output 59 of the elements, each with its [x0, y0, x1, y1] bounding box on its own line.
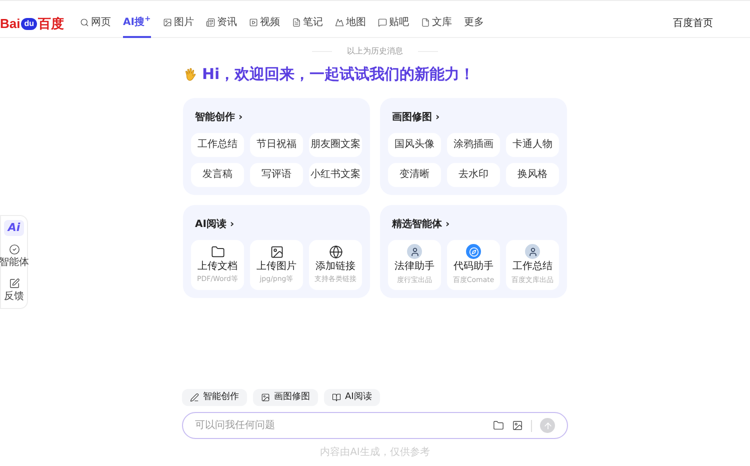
suggestion-chip[interactable]: 卡通人物 [506, 132, 559, 156]
suggestion-chip[interactable]: 去水印 [447, 162, 500, 186]
nav-tab[interactable]: AI搜$^{+}$ [123, 10, 151, 38]
search-icon [80, 18, 90, 27]
nav-tab[interactable]: 地图 [334, 10, 366, 38]
folder-icon [210, 244, 224, 259]
suggestion-chip[interactable]: 朋友圈文案 [309, 132, 362, 156]
image-icon[interactable] [512, 420, 523, 431]
quick-action-chip[interactable]: 画图修图 [253, 389, 318, 406]
nav-tab[interactable]: 笔记 [292, 10, 323, 38]
nav-tab[interactable]: 文库 [420, 10, 452, 38]
chat-input[interactable]: 可以问我任何问题 [195, 418, 485, 433]
suggestion-chip[interactable]: 节日祝福 [250, 132, 303, 156]
nav-tab[interactable]: 图片 [162, 10, 194, 38]
card-title[interactable]: AI阅读 › [191, 212, 362, 232]
card-title[interactable]: 智能创作 › [191, 106, 362, 124]
globe-icon [328, 244, 342, 259]
image-icon [261, 393, 270, 402]
nav-tab[interactable]: 贴吧 [378, 10, 409, 38]
suggestion-chip[interactable]: 涂鸦插画 [447, 132, 500, 156]
play-icon [248, 18, 258, 27]
greeting-heading: Hi，欢迎回来，一起试试我们的新能力！ [202, 64, 475, 85]
image-icon [162, 18, 172, 27]
image-icon [270, 244, 284, 259]
sidebar-item[interactable]: 反馈 [4, 278, 24, 304]
file-icon [420, 18, 430, 27]
nav-tab[interactable]: 更多 [464, 10, 484, 38]
person-avatar-icon [525, 244, 540, 260]
folder-icon[interactable] [493, 420, 504, 431]
document-icon [292, 18, 301, 27]
card-title[interactable]: 精选智能体 › [388, 212, 559, 232]
book-icon [332, 393, 341, 402]
nav-tab[interactable]: 网页 [80, 10, 112, 38]
feedback-icon [8, 278, 20, 290]
newspaper-icon [206, 18, 215, 27]
home-link[interactable]: 百度首页 [673, 16, 713, 31]
mountain-icon [334, 18, 344, 27]
history-note: 以上为历史消息 [347, 46, 403, 58]
suggestion-chip[interactable]: 工作总结 [191, 132, 244, 156]
card-title[interactable]: 画图修图 › [388, 106, 559, 124]
arrow-up-icon [542, 420, 552, 430]
nav-tab[interactable]: 资讯 [206, 10, 237, 38]
suggestion-chip[interactable]: 换风格 [506, 162, 559, 186]
suggestion-chip[interactable]: 发言稿 [191, 162, 244, 186]
quick-action-chip[interactable]: AI阅读 [324, 389, 380, 406]
waving-hand-icon [183, 66, 198, 82]
nav-tab[interactable]: 视频 [248, 10, 280, 38]
pen-icon [190, 393, 199, 402]
baidu-logo[interactable]: Bai du 百度 [0, 14, 64, 34]
suggestion-chip[interactable]: 国风头像 [388, 132, 441, 156]
suggestion-chip[interactable]: 变清晰 [388, 162, 441, 186]
suggestion-chip[interactable]: 写评语 [250, 162, 303, 186]
quick-action-chip[interactable]: 智能创作 [182, 389, 247, 406]
chat-input-box[interactable]: 可以问我任何问题 [182, 412, 568, 439]
suggestion-chip[interactable]: 小红书文案 [309, 162, 362, 186]
compass-avatar-icon [466, 244, 481, 260]
ai-badge[interactable]: Ai [4, 220, 24, 236]
chat-icon [378, 18, 387, 27]
person-avatar-icon [407, 244, 422, 260]
